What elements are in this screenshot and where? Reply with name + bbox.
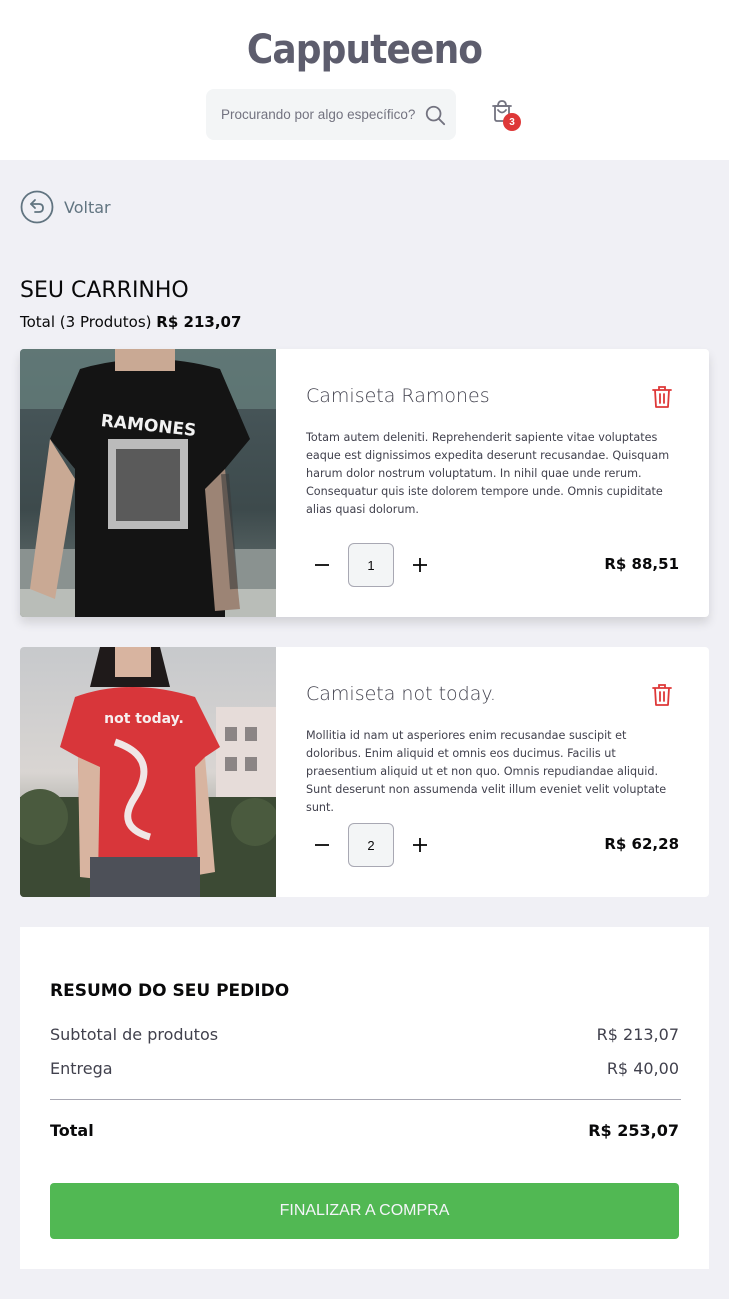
decrease-quantity-button[interactable] [310,553,334,577]
back-label: Voltar [64,197,111,217]
search-box[interactable] [206,89,456,140]
back-arrow-icon [20,190,54,224]
quantity-stepper [310,543,432,587]
product-description: Mollitia id nam ut asperiores enim recus… [306,729,667,814]
cart-total: Total (3 Produtos) R$ 213,07 [20,313,241,331]
quantity-input[interactable] [348,823,394,867]
increase-quantity-button[interactable] [408,833,432,857]
decrease-quantity-button[interactable] [310,833,334,857]
trash-icon[interactable] [651,385,673,409]
total-label: Total [50,1121,94,1140]
cart-title: SEU CARRINHO [20,278,189,303]
quantity-stepper [310,823,432,867]
cart-total-label: Total (3 Produtos) [20,313,152,331]
shipping-value: R$ 40,00 [606,1059,679,1078]
plus-icon [413,838,427,852]
subtotal-label: Subtotal de produtos [50,1025,219,1044]
logo[interactable]: Capputeeno [36,27,692,73]
search-input[interactable] [221,89,421,140]
checkout-button[interactable]: FINALIZAR A COMPRA [50,1183,679,1239]
cart-item: not today. Camiseta not today. Mollitia … [20,647,709,897]
site-header: Capputeeno 3 [0,0,729,160]
subtotal-value: R$ 213,07 [596,1025,679,1044]
shipping-row: Entrega R$ 40,00 [50,1059,679,1078]
plus-icon [413,558,427,572]
quantity-input[interactable] [348,543,394,587]
search-icon[interactable] [424,104,446,126]
shipping-label: Entrega [50,1059,113,1078]
minus-icon [315,564,329,566]
summary-title: RESUMO DO SEU PEDIDO [50,981,290,1001]
cart-item: RAMONES Camiseta Ramones Totam autem del… [20,349,709,617]
summary-divider [50,1099,681,1100]
order-summary: RESUMO DO SEU PEDIDO Subtotal de produto… [20,927,709,1269]
product-image[interactable]: RAMONES [20,349,276,617]
trash-icon[interactable] [651,683,673,707]
product-description: Totam autem deleniti. Reprehenderit sapi… [306,431,670,516]
product-price: R$ 88,51 [604,555,679,573]
subtotal-row: Subtotal de produtos R$ 213,07 [50,1025,679,1044]
product-image[interactable]: not today. [20,647,276,897]
total-value: R$ 253,07 [588,1121,679,1140]
product-name: Camiseta not today. [306,683,496,705]
cart-count-badge: 3 [503,113,521,131]
minus-icon [315,844,329,846]
shirt-print-text: not today. [104,711,184,727]
total-row: Total R$ 253,07 [50,1121,679,1140]
increase-quantity-button[interactable] [408,553,432,577]
cart-total-value: R$ 213,07 [156,313,242,331]
back-button[interactable]: Voltar [20,190,111,224]
product-name: Camiseta Ramones [306,385,490,407]
product-price: R$ 62,28 [604,835,679,853]
